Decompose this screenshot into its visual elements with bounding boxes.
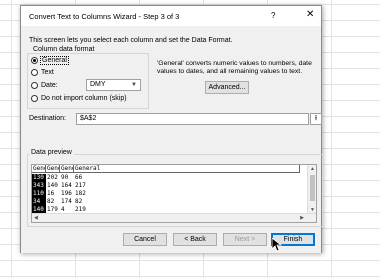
- cancel-button[interactable]: Cancel: [123, 233, 167, 246]
- date-format-value: DMY: [90, 81, 106, 88]
- radio-date-label[interactable]: Date:: [41, 82, 58, 89]
- preview-cell: 196: [61, 190, 72, 197]
- preview-cell: 164: [61, 182, 72, 189]
- chevron-down-icon[interactable]: ▼: [131, 80, 137, 90]
- close-icon[interactable]: ✕: [306, 9, 314, 20]
- radio-skip-label[interactable]: Do not import column (skip): [41, 95, 127, 102]
- scroll-up-icon[interactable]: ▲: [310, 166, 315, 172]
- preview-col-header[interactable]: Gener: [32, 165, 46, 173]
- scroll-thumb[interactable]: [310, 175, 315, 201]
- preview-row: 130 202 90 66: [32, 174, 114, 182]
- intro-text: This screen lets you select each column …: [29, 37, 233, 44]
- preview-row: 110 16 196 182: [32, 190, 114, 198]
- preview-cell: 66: [75, 174, 83, 181]
- preview-cell: 82: [75, 198, 83, 205]
- preview-vertical-scrollbar[interactable]: ▲ ▼: [307, 165, 316, 214]
- data-preview-area[interactable]: Gener Gener Gener General 130 202 90 66 …: [31, 164, 317, 223]
- next-button[interactable]: Next >: [223, 233, 267, 246]
- help-button[interactable]: ?: [271, 11, 275, 20]
- radio-general[interactable]: General: [31, 55, 69, 66]
- scroll-right-icon[interactable]: ▶: [300, 215, 304, 221]
- mouse-pointer-icon: [272, 238, 282, 252]
- radio-text-label[interactable]: Text: [41, 69, 54, 76]
- preview-cell: 110: [32, 190, 46, 198]
- radio-skip[interactable]: Do not import column (skip): [31, 93, 127, 104]
- format-description: 'General' converts numeric values to num…: [157, 60, 312, 75]
- radio-general-indicator[interactable]: [31, 57, 38, 64]
- collapse-icon[interactable]: ⭱: [310, 113, 322, 125]
- preview-cell: 202: [47, 174, 58, 181]
- preview-row: 34 82 174 82: [32, 198, 114, 206]
- scroll-left-icon[interactable]: ◀: [34, 215, 38, 221]
- preview-header-row: Gener Gener Gener General: [32, 165, 300, 173]
- dialog-title: Convert Text to Columns Wizard - Step 3 …: [29, 12, 180, 21]
- text-to-columns-dialog: Convert Text to Columns Wizard - Step 3 …: [20, 5, 323, 253]
- radio-date-indicator[interactable]: [31, 82, 38, 89]
- back-button[interactable]: < Back: [173, 233, 217, 246]
- radio-text-indicator[interactable]: [31, 69, 38, 76]
- preview-cell: 343: [32, 182, 46, 190]
- data-preview-label: Data preview: [29, 149, 74, 156]
- date-format-select[interactable]: DMY ▼: [86, 79, 141, 91]
- preview-cell: 140: [47, 182, 58, 189]
- preview-cell: 130: [32, 174, 46, 182]
- advanced-button[interactable]: Advanced...: [205, 81, 249, 94]
- preview-cell: 174: [61, 198, 72, 205]
- destination-input[interactable]: $A$2: [76, 113, 309, 125]
- column-format-legend: Column data format: [31, 46, 97, 53]
- preview-cell: 82: [47, 198, 55, 205]
- preview-col-header[interactable]: General: [74, 165, 300, 173]
- radio-skip-indicator[interactable]: [31, 95, 38, 102]
- radio-date[interactable]: Date:: [31, 80, 58, 91]
- radio-text[interactable]: Text: [31, 67, 54, 78]
- preview-cell: 182: [75, 190, 86, 197]
- preview-col-header[interactable]: Gener: [46, 165, 60, 173]
- preview-cell: 16: [47, 190, 55, 197]
- preview-cell: 217: [75, 182, 86, 189]
- destination-label: Destination:: [29, 115, 66, 122]
- preview-cell: 34: [32, 198, 46, 206]
- preview-horizontal-scrollbar[interactable]: ◀ ▶: [32, 213, 316, 222]
- preview-row: 343 140 164 217: [32, 182, 114, 190]
- preview-rows: 130 202 90 66 343 140 164 217 110 16 196…: [32, 174, 114, 214]
- radio-general-label[interactable]: General: [40, 56, 69, 65]
- dialog-titlebar: Convert Text to Columns Wizard - Step 3 …: [21, 6, 321, 26]
- preview-col-header[interactable]: Gener: [60, 165, 74, 173]
- preview-cell: 90: [61, 174, 69, 181]
